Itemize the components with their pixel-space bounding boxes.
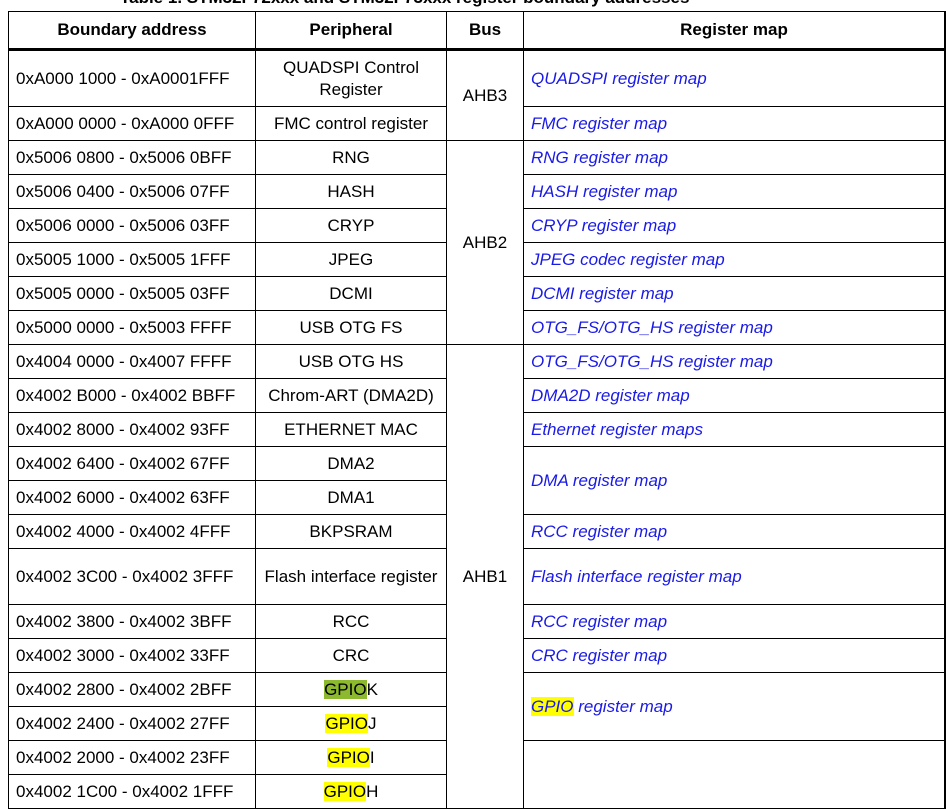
peripheral-name: QUADSPI Control Register — [255, 49, 447, 107]
peripheral-name: CRC — [255, 638, 447, 673]
register-map-suffix: register map — [573, 696, 673, 716]
table-caption: Table 1. STM32F72xxx and STM32F73xxx reg… — [120, 0, 689, 8]
register-map-link[interactable]: HASH register map — [523, 174, 946, 209]
register-map-link[interactable]: RNG register map — [523, 140, 946, 175]
search-highlight: GPIO — [531, 696, 574, 716]
register-map-link[interactable]: DMA register map — [523, 446, 946, 515]
register-map-link[interactable]: CRYP register map — [523, 208, 946, 243]
boundary-address: 0x5000 0000 - 0x5003 FFFF — [8, 310, 256, 345]
register-map-link[interactable]: JPEG codec register map — [523, 242, 946, 277]
boundary-address: 0x4002 6000 - 0x4002 63FF — [8, 480, 256, 515]
boundary-address: 0x4002 8000 - 0x4002 93FF — [8, 412, 256, 447]
register-map-link[interactable]: GPIO register map — [523, 672, 946, 741]
table-row: 0xA000 1000 - 0xA0001FFF QUADSPI Control… — [8, 49, 946, 141]
peripheral-name: DMA1 — [255, 480, 447, 515]
register-map-link[interactable]: Ethernet register maps — [523, 412, 946, 447]
search-highlight: GPIO — [324, 679, 367, 699]
boundary-address: 0x4002 2400 - 0x4002 27FF — [8, 706, 256, 741]
peripheral-name: GPIOK — [255, 672, 447, 707]
register-map-link[interactable]: OTG_FS/OTG_HS register map — [523, 344, 946, 379]
register-map-link[interactable]: DCMI register map — [523, 276, 946, 311]
table-row: 0x5006 0800 - 0x5006 0BFF RNG AHB2 RNG r… — [8, 140, 946, 345]
boundary-address: 0x4002 3800 - 0x4002 3BFF — [8, 604, 256, 639]
register-map-link[interactable]: RCC register map — [523, 604, 946, 639]
register-map-link[interactable]: FMC register map — [523, 106, 946, 141]
peripheral-name: Flash interface register — [255, 548, 447, 605]
peripheral-name: GPIOI — [255, 740, 447, 775]
register-map-link[interactable]: QUADSPI register map — [523, 49, 946, 107]
header-register-map: Register map — [523, 11, 946, 51]
peripheral-name: Chrom-ART (DMA2D) — [255, 378, 447, 413]
header-peripheral: Peripheral — [255, 11, 447, 51]
peripheral-suffix: I — [369, 747, 375, 767]
boundary-address: 0x4002 4000 - 0x4002 4FFF — [8, 514, 256, 549]
table-header-row: Boundary address Peripheral Bus Register… — [8, 11, 946, 51]
register-map-link[interactable]: DMA2D register map — [523, 378, 946, 413]
header-bus: Bus — [446, 11, 524, 51]
boundary-address: 0xA000 1000 - 0xA0001FFF — [8, 49, 256, 107]
peripheral-name: USB OTG FS — [255, 310, 447, 345]
search-highlight: GPIO — [327, 747, 370, 767]
peripheral-name: USB OTG HS — [255, 344, 447, 379]
boundary-address: 0xA000 0000 - 0xA000 0FFF — [8, 106, 256, 141]
peripheral-name: ETHERNET MAC — [255, 412, 447, 447]
peripheral-name: BKPSRAM — [255, 514, 447, 549]
register-map-link[interactable]: OTG_FS/OTG_HS register map — [523, 310, 946, 345]
boundary-address: 0x4004 0000 - 0x4007 FFFF — [8, 344, 256, 379]
peripheral-name: GPIOJ — [255, 706, 447, 741]
peripheral-name: FMC control register — [255, 106, 447, 141]
boundary-address: 0x4002 2800 - 0x4002 2BFF — [8, 672, 256, 707]
boundary-address: 0x4002 2000 - 0x4002 23FF — [8, 740, 256, 775]
register-map-link[interactable]: CRC register map — [523, 638, 946, 673]
peripheral-suffix: H — [366, 781, 379, 801]
boundary-address: 0x4002 B000 - 0x4002 BBFF — [8, 378, 256, 413]
peripheral-name: CRYP — [255, 208, 447, 243]
table-row: 0x4004 0000 - 0x4007 FFFF USB OTG HS AHB… — [8, 344, 946, 809]
boundary-address: 0x4002 3000 - 0x4002 33FF — [8, 638, 256, 673]
search-highlight: GPIO — [323, 781, 367, 801]
peripheral-name: GPIOH — [255, 774, 447, 809]
peripheral-name: HASH — [255, 174, 447, 209]
bus-ahb2: AHB2 — [446, 140, 524, 345]
boundary-address: 0x5005 0000 - 0x5005 03FF — [8, 276, 256, 311]
search-highlight: GPIO — [325, 713, 368, 733]
boundary-address: 0x5005 1000 - 0x5005 1FFF — [8, 242, 256, 277]
boundary-address: 0x5006 0400 - 0x5006 07FF — [8, 174, 256, 209]
boundary-address: 0x5006 0000 - 0x5006 03FF — [8, 208, 256, 243]
header-boundary-address: Boundary address — [8, 11, 256, 51]
peripheral-name: DMA2 — [255, 446, 447, 481]
peripheral-name: RCC — [255, 604, 447, 639]
peripheral-name: RNG — [255, 140, 447, 175]
boundary-address: 0x4002 3C00 - 0x4002 3FFF — [8, 548, 256, 605]
boundary-address: 0x4002 6400 - 0x4002 67FF — [8, 446, 256, 481]
peripheral-name: JPEG — [255, 242, 447, 277]
peripheral-suffix: K — [366, 679, 378, 699]
bus-ahb1: AHB1 — [446, 344, 524, 809]
peripheral-name: DCMI — [255, 276, 447, 311]
register-boundary-table: Boundary address Peripheral Bus Register… — [8, 11, 946, 809]
bus-ahb3: AHB3 — [446, 49, 524, 141]
boundary-address: 0x4002 1C00 - 0x4002 1FFF — [8, 774, 256, 809]
register-map-link[interactable]: Flash interface register map — [523, 548, 946, 605]
register-map-cell-empty — [523, 740, 946, 809]
boundary-address: 0x5006 0800 - 0x5006 0BFF — [8, 140, 256, 175]
peripheral-suffix: J — [368, 713, 377, 733]
register-map-link[interactable]: RCC register map — [523, 514, 946, 549]
